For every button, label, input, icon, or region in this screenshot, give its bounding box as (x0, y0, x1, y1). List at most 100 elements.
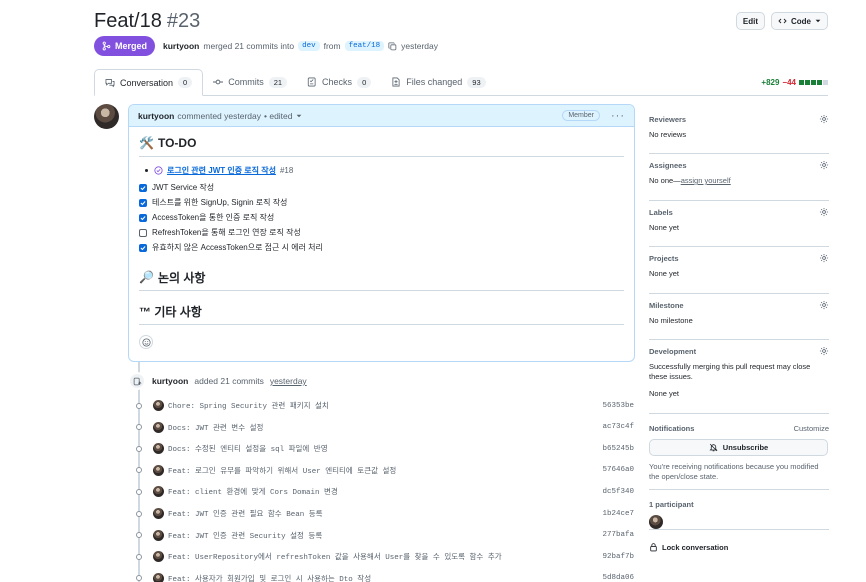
gear-icon[interactable] (819, 300, 829, 310)
copy-icon[interactable] (388, 41, 397, 51)
meta-time: yesterday (401, 41, 438, 51)
sidebar-labels: Labels None yet (649, 201, 829, 247)
tab-label: Files changed (406, 77, 463, 87)
assign-yourself-link[interactable]: assign yourself (681, 176, 731, 185)
commit-row: Chore: Spring Security 관련 패키지 설치 56353be (134, 395, 634, 416)
avatar[interactable] (153, 572, 164, 582)
commit-sha[interactable]: 57646a0 (602, 466, 634, 474)
comment-author[interactable]: kurtyoon (138, 111, 174, 121)
task-checkbox[interactable] (139, 228, 147, 237)
task-text: 테스트를 위한 SignUp, Signin 로직 작성 (152, 198, 288, 207)
commit-message[interactable]: Feat: JWT 인증 관련 Security 설정 등록 (168, 530, 322, 541)
avatar[interactable] (153, 464, 164, 476)
section-title[interactable]: Labels (649, 208, 673, 217)
meta-from: from (323, 41, 341, 51)
event-author[interactable]: kurtyoon (152, 376, 188, 386)
tab-checks[interactable]: Checks 0 (297, 69, 381, 95)
section-title[interactable]: Milestone (649, 301, 684, 310)
avatar[interactable] (153, 443, 164, 455)
triangle-down-icon[interactable] (296, 113, 302, 119)
gear-icon[interactable] (819, 114, 829, 124)
tab-files-changed[interactable]: Files changed 93 (381, 69, 495, 95)
task-checkbox[interactable] (139, 213, 147, 222)
sidebar-reviewers: Reviewers No reviews (649, 108, 829, 154)
commit-sha[interactable]: ac73c4f (602, 423, 634, 431)
gear-icon[interactable] (819, 346, 829, 356)
avatar[interactable] (94, 104, 119, 129)
gear-icon[interactable] (819, 160, 829, 170)
lock-conversation[interactable]: Lock conversation (649, 542, 829, 552)
comment-header: kurtyoon commented yesterday • edited Me… (129, 105, 634, 127)
development-text: Successfully merging this pull request m… (649, 362, 811, 381)
section-title[interactable]: Assignees (649, 161, 687, 170)
commit-row: Feat: JWT 인증 관련 Security 설정 등록 277bafa (134, 525, 634, 546)
task-text: 유효하지 않은 AccessToken으로 접근 시 에러 처리 (152, 243, 323, 252)
gear-icon[interactable] (819, 207, 829, 217)
head-branch[interactable]: feat/18 (344, 41, 385, 51)
commit-sha[interactable]: 92baf7b (602, 553, 634, 561)
commit-sha[interactable]: 277bafa (602, 531, 634, 539)
base-branch[interactable]: dev (298, 41, 320, 51)
git-commit-icon (134, 487, 144, 497)
task-item: AccessToken을 통한 인증 로직 작성 (139, 210, 624, 225)
avatar[interactable] (153, 421, 164, 433)
commit-sha[interactable]: 5d8da06 (602, 574, 634, 582)
edited-dropdown[interactable]: • edited (264, 111, 293, 121)
git-commit-icon (134, 552, 144, 562)
task-checkbox[interactable] (139, 183, 147, 192)
unsubscribe-button[interactable]: Unsubscribe (649, 439, 828, 456)
pr-tabs: Conversation 0 Commits 21 Checks 0 Files… (94, 69, 828, 96)
task-checkbox[interactable] (139, 243, 147, 252)
issue-link[interactable]: 로그인 관련 JWT 인증 로직 작성 (167, 165, 276, 176)
add-reaction-icon[interactable] (139, 335, 153, 349)
tab-count: 93 (467, 76, 486, 88)
avatar[interactable] (153, 529, 164, 541)
customize-link[interactable]: Customize (794, 424, 829, 433)
edit-label: Edit (742, 16, 758, 26)
edit-button[interactable]: Edit (735, 12, 765, 30)
task-checkbox[interactable] (139, 198, 147, 207)
tab-count: 0 (178, 77, 193, 88)
commit-message[interactable]: Feat: UserRepository에서 refreshToken 값을 사… (168, 551, 502, 562)
gear-icon[interactable] (819, 253, 829, 263)
unsubscribe-label: Unsubscribe (722, 443, 769, 452)
commit-sha[interactable]: dc5f340 (602, 488, 634, 496)
event-time[interactable]: yesterday (270, 376, 307, 386)
checklist-icon (307, 77, 317, 87)
discussion-heading: 🔎 논의 사항 (139, 269, 624, 291)
section-title[interactable]: Reviewers (649, 115, 686, 124)
pr-title: Feat/18 (94, 9, 162, 32)
avatar[interactable] (153, 486, 164, 498)
section-title[interactable]: Projects (649, 254, 679, 263)
tab-commits[interactable]: Commits 21 (203, 69, 297, 95)
commit-message[interactable]: Docs: 수정된 엔티티 설정을 sql 파일에 반영 (168, 443, 328, 454)
avatar[interactable] (153, 508, 164, 519)
commits-event: kurtyoon added 21 commits yesterday (128, 372, 307, 390)
commit-sha[interactable]: b65245b (602, 445, 634, 453)
merge-icon (102, 41, 111, 51)
commit-sha[interactable]: 1b24ce7 (602, 510, 634, 518)
author-link[interactable]: kurtyoon (163, 41, 199, 51)
commit-message[interactable]: Feat: 로그인 유무를 파악하기 위해서 User 엔티티에 토큰값 설정 (168, 465, 396, 476)
participant-avatar[interactable] (649, 515, 663, 529)
assignees-value: No one— (649, 176, 681, 185)
git-commit-icon (134, 422, 144, 432)
sidebar-milestone: Milestone No milestone (649, 294, 829, 340)
member-badge: Member (562, 110, 600, 121)
task-text: RefreshToken을 통해 로그인 연장 로직 작성 (152, 228, 301, 237)
git-commit-icon (134, 530, 144, 540)
commit-message[interactable]: Feat: 사용자가 회원가입 및 로그인 시 사용하는 Dto 작성 (168, 573, 371, 582)
sidebar-projects: Projects None yet (649, 247, 829, 294)
commit-message[interactable]: Feat: client 환경에 맞게 Cors Domain 변경 (168, 486, 338, 497)
section-title[interactable]: Development (649, 347, 696, 356)
tab-conversation[interactable]: Conversation 0 (94, 69, 204, 96)
avatar[interactable] (153, 551, 164, 563)
commit-message[interactable]: Chore: Spring Security 관련 패키지 설치 (168, 400, 329, 411)
avatar[interactable] (153, 400, 164, 411)
code-button[interactable]: Code (771, 12, 828, 30)
commit-message[interactable]: Feat: JWT 인증 관련 필요 함수 Bean 등록 (168, 508, 323, 519)
commit-message[interactable]: Docs: JWT 관련 변수 설정 (168, 422, 263, 433)
kebab-horizontal-icon[interactable]: ··· (611, 110, 625, 122)
file-diff-icon (391, 77, 401, 87)
commit-sha[interactable]: 56353be (602, 402, 634, 410)
